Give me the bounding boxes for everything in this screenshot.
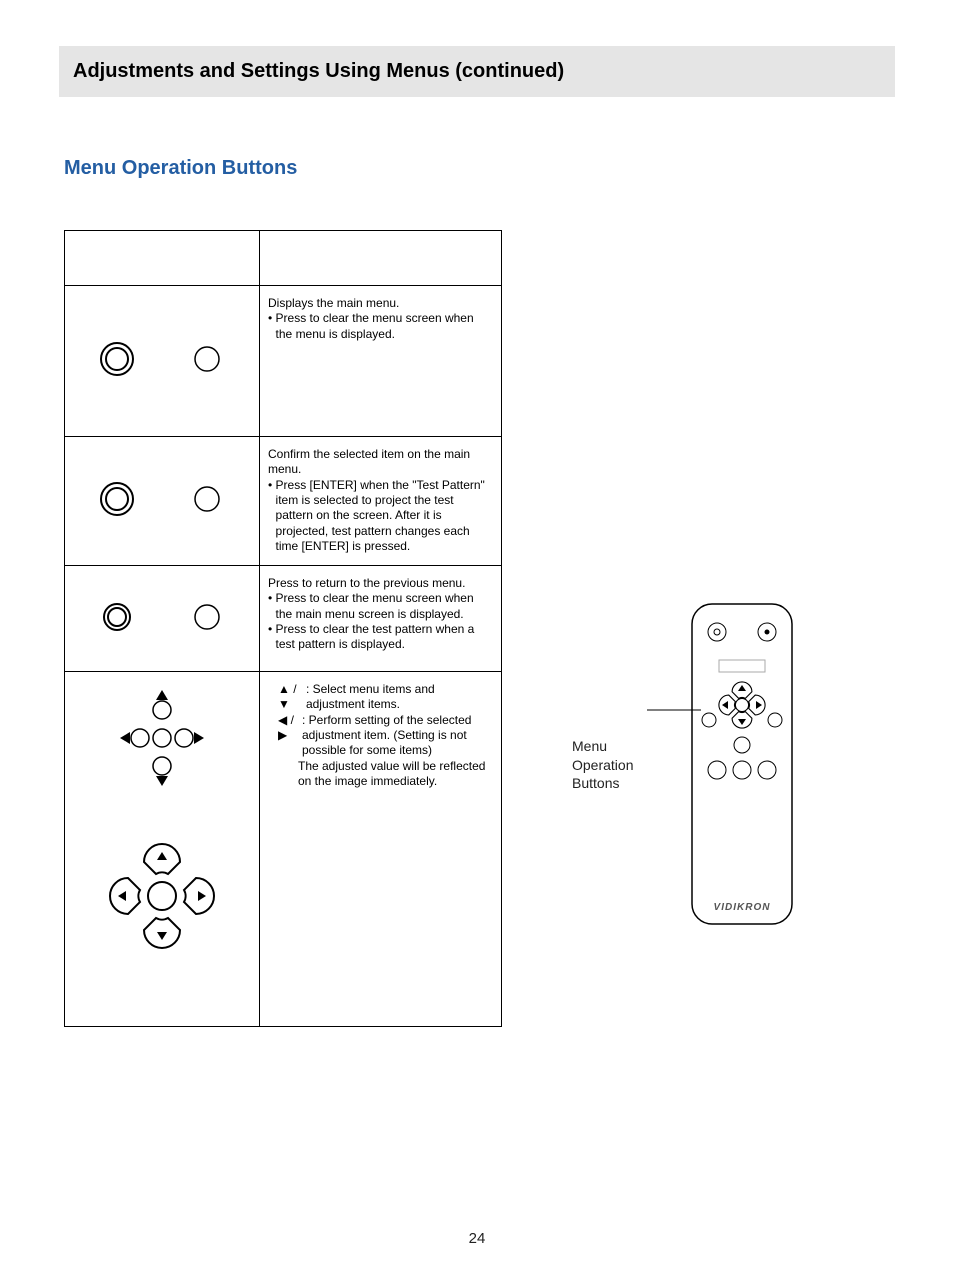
desc-bullet: Press to clear the test pattern when a t… <box>276 622 493 653</box>
desc-text: Select menu items and adjustment items. <box>306 682 435 711</box>
table-row: Confirm the selected item on the main me… <box>65 437 502 566</box>
desc-text: Perform setting of the selected adjustme… <box>302 713 471 758</box>
page-title-band: Adjustments and Settings Using Menus (co… <box>59 46 895 97</box>
table-header-blank-1 <box>65 231 260 286</box>
back-button-icons <box>77 589 247 645</box>
menu-buttons-table: Displays the main menu. Press to clear t… <box>64 230 502 1027</box>
remote-diagram: Menu Operation Buttons <box>572 600 807 930</box>
page-title: Adjustments and Settings Using Menus (co… <box>73 60 564 82</box>
desc-text: Displays the main menu. <box>268 296 493 311</box>
desc-bullet: Press to clear the menu screen when the … <box>276 591 493 622</box>
left-right-arrow-icon: ◀ / ▶ <box>278 713 302 759</box>
desc-text: Confirm the selected item on the main me… <box>268 447 493 478</box>
table-row: Press to return to the previous menu. Pr… <box>65 566 502 672</box>
menu-button-icons <box>77 329 247 389</box>
desc-text: Press to return to the previous menu. <box>268 576 493 591</box>
dpad-small-icon <box>102 686 222 796</box>
table-header-blank-2 <box>260 231 502 286</box>
remote-callout-label: Menu Operation Buttons <box>572 737 633 794</box>
enter-button-icons <box>77 469 247 529</box>
table-row: ▲ / ▼: Select menu items and adjustment … <box>65 672 502 1027</box>
brand-text: VIDIKRON <box>714 902 771 913</box>
section-title: Menu Operation Buttons <box>64 157 954 180</box>
table-row: Displays the main menu. Press to clear t… <box>65 286 502 437</box>
desc-note: The adjusted value will be reflected on … <box>268 759 493 790</box>
desc-bullet: Press to clear the menu screen when the … <box>276 311 493 342</box>
page-number: 24 <box>0 1230 954 1247</box>
desc-bullet: Press [ENTER] when the "Test Pattern" it… <box>276 478 493 555</box>
up-down-arrow-icon: ▲ / ▼ <box>278 682 306 713</box>
dpad-ring-icon <box>102 836 222 956</box>
remote-control-icon: VIDIKRON <box>647 600 807 930</box>
